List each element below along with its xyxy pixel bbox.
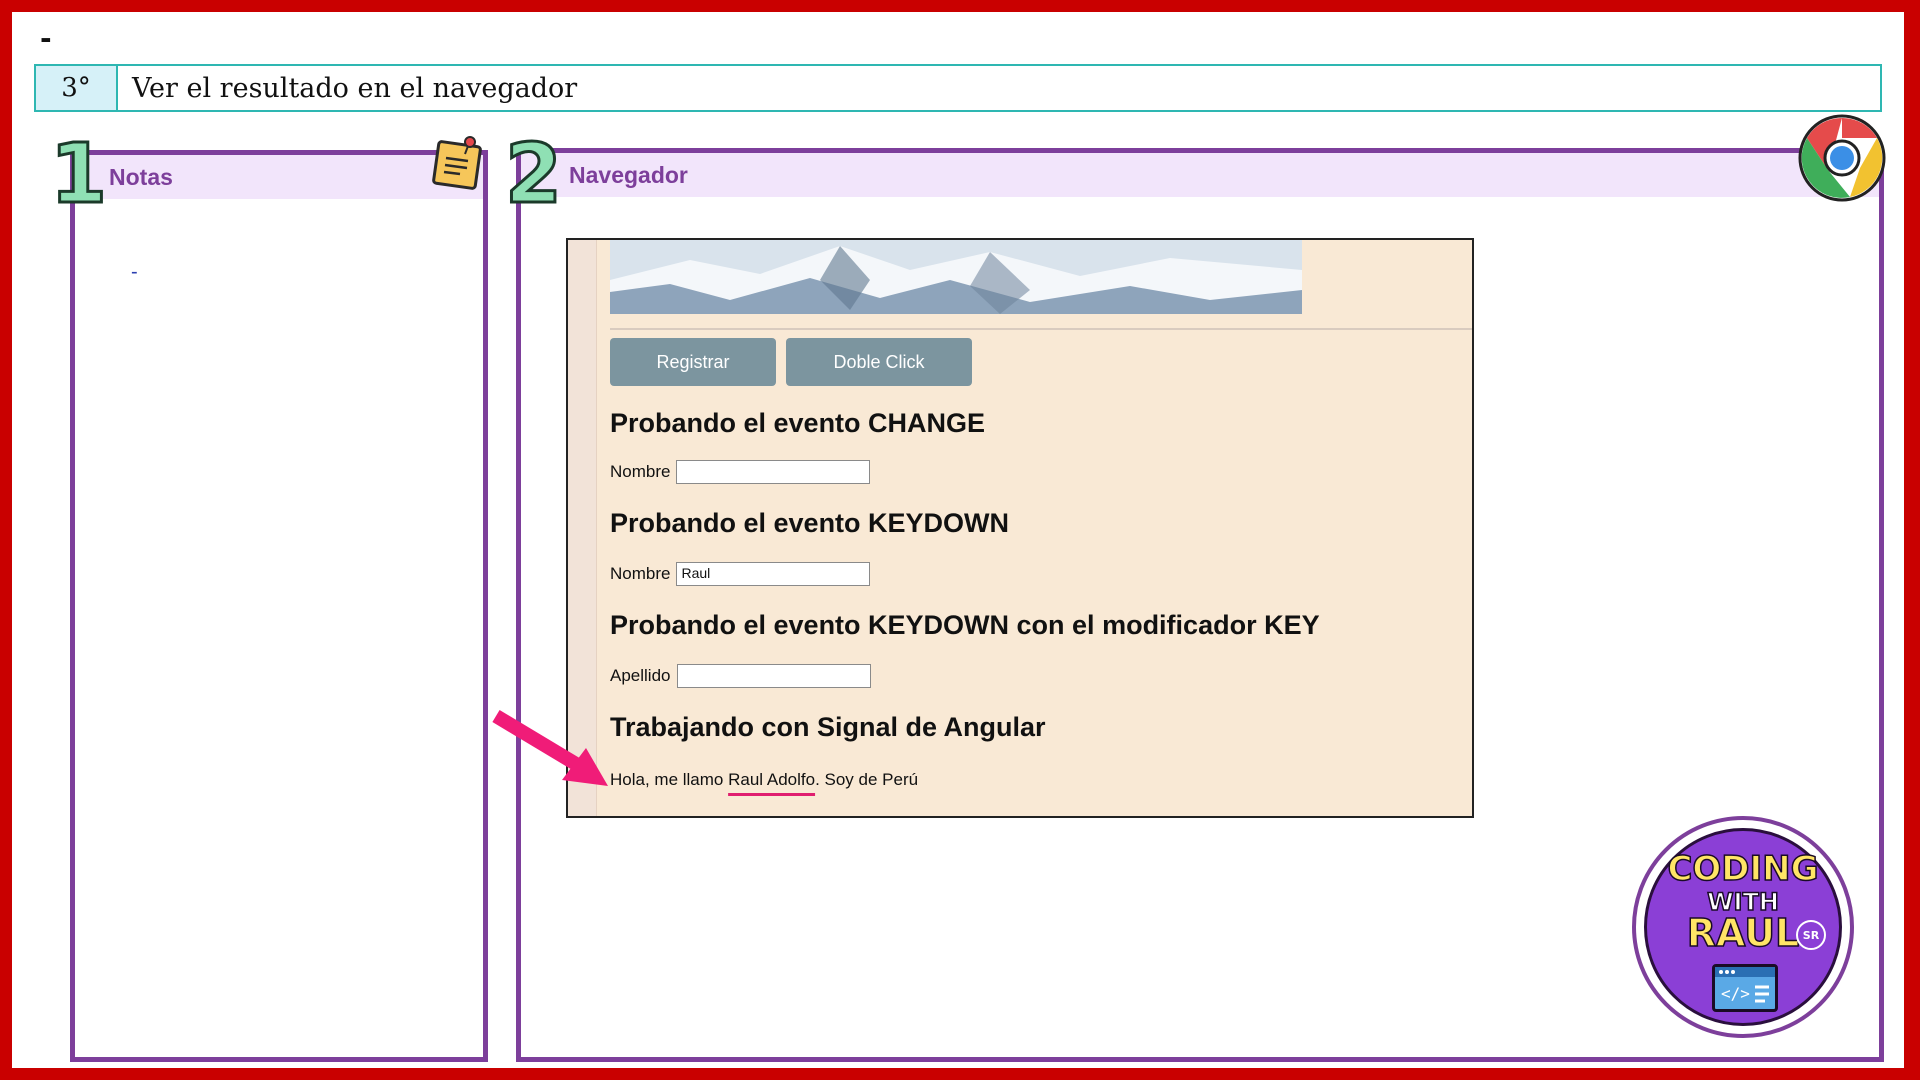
notes-panel-title: Notas xyxy=(109,163,173,190)
signal-section-title: Trabajando con Signal de Angular xyxy=(610,712,1046,742)
keydown-name-input[interactable]: Raul xyxy=(676,562,871,586)
arrow-icon xyxy=(490,708,614,790)
keydown-field-label: Nombre xyxy=(610,564,671,583)
greeting-suffix: . Soy de Perú xyxy=(815,770,919,789)
notes-panel-header: Notas xyxy=(75,155,483,199)
top-dash: - xyxy=(40,22,52,55)
signal-greeting-text: Hola, me llamo Raul Adolfo. Soy de Perú xyxy=(610,770,918,790)
greeting-name-highlight: Raul Adolfo xyxy=(728,770,816,789)
sticky-note-icon xyxy=(432,134,484,190)
coding-with-raul-badge: CODING WITH RAUL SR </> xyxy=(1632,816,1854,1038)
step-number: 3° xyxy=(36,66,118,110)
double-click-button[interactable]: Doble Click xyxy=(786,338,972,386)
badge-suffix: SR xyxy=(1796,920,1826,950)
notes-panel: Notas - xyxy=(70,150,488,1062)
change-section-title: Probando el evento CHANGE xyxy=(610,408,986,438)
mountain-banner-image xyxy=(610,240,1302,314)
browser-panel-title: Navegador xyxy=(569,161,688,188)
lastname-field-label: Apellido xyxy=(610,666,671,685)
step-bar: 3° Ver el resultado en el navegador xyxy=(34,64,1882,112)
notes-content: - xyxy=(131,261,138,283)
page-divider xyxy=(610,328,1472,330)
badge-line-1: CODING xyxy=(1667,849,1820,889)
chrome-icon xyxy=(1798,114,1886,202)
keydown-field-row: Nombre Raul xyxy=(610,562,871,586)
keydown-key-section-title: Probando el evento KEYDOWN con el modifi… xyxy=(610,610,1320,640)
lastname-input[interactable] xyxy=(676,664,871,688)
greeting-prefix: Hola, me llamo xyxy=(610,770,729,789)
step-title: Ver el resultado en el navegador xyxy=(132,72,578,104)
change-name-input[interactable] xyxy=(676,460,871,484)
register-button[interactable]: Registrar xyxy=(610,338,776,386)
panel-number-1: 1 xyxy=(48,127,108,222)
code-window-icon: </> xyxy=(1712,964,1778,1012)
browser-panel-header: Navegador xyxy=(521,153,1879,197)
svg-text:</>: </> xyxy=(1721,984,1750,1003)
change-field-label: Nombre xyxy=(610,462,671,481)
browser-screenshot: Registrar Doble Click Probando el evento… xyxy=(566,238,1474,818)
lastname-field-row: Apellido xyxy=(610,664,871,688)
keydown-section-title: Probando el evento KEYDOWN xyxy=(610,508,1010,538)
panel-number-2: 2 xyxy=(503,127,563,222)
change-field-row: Nombre xyxy=(610,460,871,484)
